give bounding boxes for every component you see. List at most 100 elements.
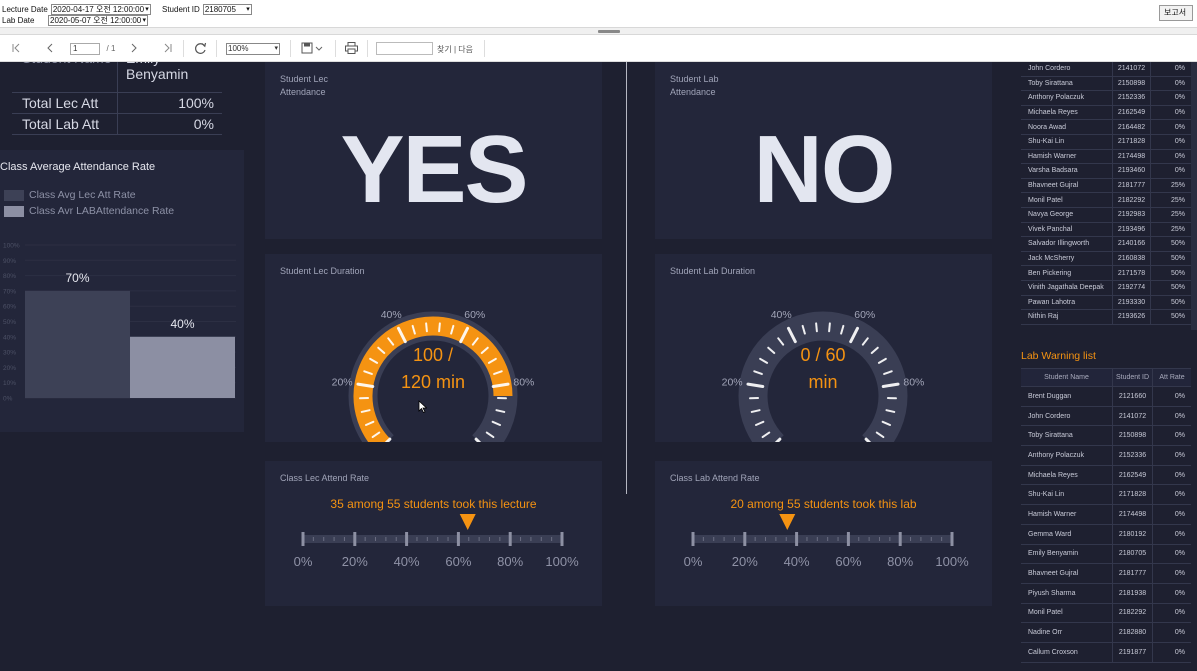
gauge-tick-label: 40%: [771, 309, 792, 321]
student-name-cell: Shu-Kai Lin: [1021, 485, 1113, 505]
zoom-select[interactable]: 100% ▾: [226, 43, 280, 55]
lec-warning-row: Pawan Lahotra 2193330 50%: [1021, 295, 1191, 311]
lec-list-scrollbar[interactable]: [1191, 62, 1197, 330]
scale-tick-label: 60%: [835, 554, 861, 569]
last-page-icon: [164, 43, 172, 53]
lec-duration-value-line1: 100 /: [412, 345, 454, 365]
student-name-cell: Anthony Polaczuk: [1021, 446, 1113, 465]
student-name-cell: Noora Awad: [1021, 120, 1113, 134]
student-id-cell: 2193460: [1113, 164, 1151, 178]
student-id-cell: 2192774: [1113, 280, 1151, 295]
col-header-name[interactable]: Student Name: [1021, 369, 1113, 386]
scale-tick-label: 100%: [935, 554, 969, 569]
student-id-label: Student ID: [162, 4, 200, 14]
student-id-cell: 2152336: [1113, 446, 1153, 465]
refresh-button[interactable]: [192, 40, 208, 56]
scale-track: [693, 535, 952, 543]
student-name-cell: Michaela Reyes: [1021, 465, 1113, 485]
find-input[interactable]: [376, 42, 433, 55]
att-rate-cell: 50%: [1170, 298, 1185, 306]
view-report-button[interactable]: 보고서 보기: [1159, 5, 1193, 21]
student-name-label: Student Name: [12, 62, 118, 92]
print-button[interactable]: [343, 40, 359, 56]
att-rate-cell: 0%: [1174, 589, 1185, 597]
last-page-button[interactable]: [161, 40, 175, 56]
scale-tick-label: 20%: [342, 554, 368, 569]
student-id-cell: 2181777: [1113, 564, 1153, 583]
student-id-cell: 2193626: [1113, 310, 1151, 324]
att-rate-cell: 0%: [1174, 109, 1185, 117]
att-rate-cell: 0%: [1174, 471, 1185, 479]
page-number-input[interactable]: 1: [70, 43, 100, 55]
toolbar-divider: [290, 40, 291, 57]
att-rate-cell: 0%: [1174, 152, 1185, 160]
student-id-cell: 2152336: [1113, 91, 1151, 105]
lec-attendance-title: Student Lec Attendance: [280, 73, 328, 99]
lec-warning-row: Vivek Panchal 2193496 25%: [1021, 222, 1191, 238]
scale-tick-label: 80%: [887, 554, 913, 569]
prev-page-button[interactable]: [43, 40, 57, 56]
att-rate-cell: 0%: [1174, 550, 1185, 558]
page-total: / 1: [106, 43, 116, 53]
student-id-cell: 2180705: [1113, 544, 1153, 564]
lecture-date-value: 2020-04-17 오전 12:00:00: [52, 4, 145, 14]
y-tick-label: 10%: [3, 380, 16, 387]
lab-rate-scale: 0% 20% 40% 60% 80% 100%: [684, 514, 969, 569]
student-name-cell: Bhavneet Gujral: [1021, 564, 1113, 583]
att-rate-cell: 0%: [1174, 94, 1185, 102]
scale-track: [303, 535, 562, 543]
find-next-link[interactable]: 찾기 | 다음: [437, 44, 473, 55]
student-name-cell: Gemma Ward: [1021, 524, 1113, 544]
att-rate-cell: 50%: [1170, 284, 1185, 292]
student-name-cell: Nithin Raj: [1021, 310, 1113, 324]
scale-tick-label: 40%: [784, 554, 810, 569]
col-header-id[interactable]: Student ID: [1113, 369, 1153, 386]
lab-duration-card: Student Lab Duration 0%20%40%60%80%100% …: [655, 254, 992, 442]
total-lab-value: 0%: [193, 116, 214, 132]
student-id-cell: 2182292: [1113, 603, 1153, 623]
toolbar-divider: [484, 40, 485, 57]
student-name-cell: Varsha Badsara: [1021, 164, 1113, 178]
legend-swatch-lec: [4, 189, 24, 201]
student-id-cell: 2174498: [1113, 149, 1151, 164]
att-rate-cell: 0%: [1174, 412, 1185, 420]
student-name-cell: Monil Patel: [1021, 603, 1113, 623]
lab-warning-row: John Cordero 2141072 0%: [1021, 406, 1191, 427]
student-name-cell: Michaela Reyes: [1021, 105, 1113, 120]
lab-warning-row: Hamish Warner 2174498 0%: [1021, 505, 1191, 525]
student-id-select[interactable]: 2180705 ▾: [202, 3, 252, 15]
next-page-button[interactable]: [127, 40, 141, 56]
lab-date-select[interactable]: 2020-05-07 오전 12:00:00 ▾: [48, 14, 148, 26]
lab-attendance-card: Student Lab Attendance NO: [655, 62, 992, 239]
gauge-minor-tick: [438, 322, 441, 333]
col-header-rate[interactable]: Att Rate: [1153, 374, 1191, 381]
gauge-tick-label: 40%: [381, 309, 402, 321]
student-name-cell: Hamish Warner: [1021, 149, 1113, 164]
lecture-date-label: Lecture Date: [2, 4, 48, 14]
chevron-down-icon: ▾: [145, 5, 149, 13]
lab-attendance-title: Student Lab Attendance: [670, 73, 719, 99]
class-average-bar-chart: 100% 90% 80% 70% 60% 50% 40% 30% 20% 10% 0% 70% 40%: [3, 243, 236, 403]
y-tick-label: 0%: [3, 396, 13, 403]
att-rate-cell: 50%: [1170, 240, 1185, 248]
att-rate-cell: 25%: [1170, 196, 1185, 204]
parameter-splitter[interactable]: [0, 27, 1197, 35]
export-button[interactable]: [300, 40, 326, 56]
center-divider: [626, 62, 627, 494]
splitter-grip-icon[interactable]: [598, 30, 620, 33]
lecture-date-select[interactable]: 2020-04-17 오전 12:00:00 ▾: [50, 3, 151, 15]
student-id-cell: 2171578: [1113, 266, 1151, 280]
lab-attendance-title-line2: Attendance: [670, 87, 716, 97]
gauge-minor-tick: [815, 322, 818, 333]
first-page-button[interactable]: [9, 40, 23, 56]
lab-warning-row: Emily Benyamin 2180705 0%: [1021, 544, 1191, 565]
att-rate-cell: 0%: [1174, 609, 1185, 617]
lec-warning-row: Bhavneet Gujral 2181777 25%: [1021, 178, 1191, 194]
gauge-minor-tick: [828, 322, 831, 333]
bar-data-label: 70%: [65, 271, 89, 285]
student-id-cell: 2162549: [1113, 465, 1153, 485]
student-name-cell: Toby Sirattana: [1021, 76, 1113, 91]
student-name-cell: John Cordero: [1021, 62, 1113, 76]
lab-warning-row: Bhavneet Gujral 2181777 0%: [1021, 564, 1191, 584]
att-rate-cell: 0%: [1174, 138, 1185, 146]
